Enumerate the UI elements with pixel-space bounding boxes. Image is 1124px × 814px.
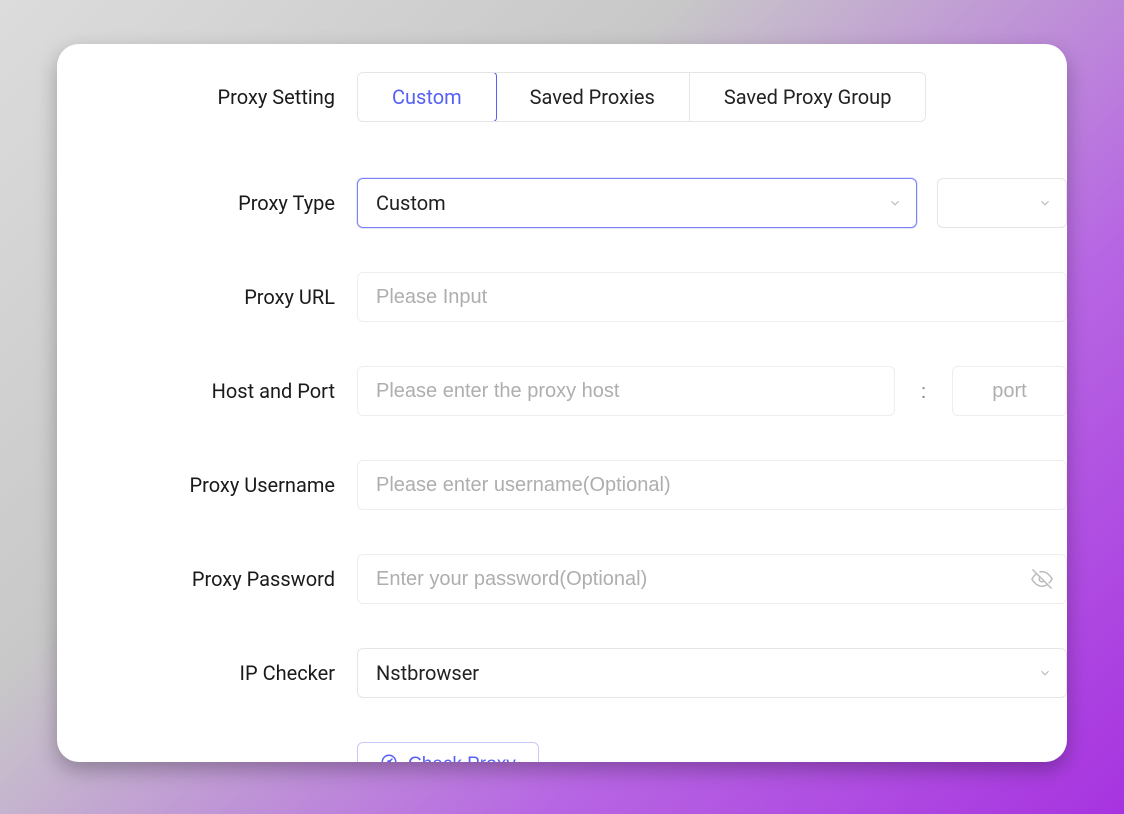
- ip-checker-select[interactable]: Nstbrowser: [357, 648, 1067, 698]
- proxy-type-label: Proxy Type: [57, 191, 357, 215]
- proxy-password-input[interactable]: [357, 554, 1067, 604]
- check-proxy-button[interactable]: Check Proxy: [357, 742, 539, 762]
- chevron-down-icon: [888, 191, 902, 215]
- proxy-password-label: Proxy Password: [57, 567, 357, 591]
- proxy-password-row: Proxy Password: [57, 554, 1067, 604]
- host-port-separator: :: [915, 379, 932, 403]
- proxy-settings-panel: Proxy Setting Custom Saved Proxies Saved…: [57, 44, 1067, 762]
- proxy-type-value: Custom: [376, 191, 446, 215]
- proxy-username-input[interactable]: [357, 460, 1067, 510]
- proxy-setting-tabs: Custom Saved Proxies Saved Proxy Group: [357, 72, 926, 122]
- check-proxy-row: Check Proxy: [57, 742, 1067, 762]
- proxy-port-input[interactable]: [952, 366, 1067, 416]
- check-proxy-label: Check Proxy: [408, 754, 516, 762]
- proxy-username-label: Proxy Username: [57, 473, 357, 497]
- eye-off-icon[interactable]: [1031, 568, 1053, 590]
- chevron-down-icon: [1038, 661, 1052, 685]
- proxy-type-select[interactable]: Custom: [357, 178, 917, 228]
- ip-checker-row: IP Checker Nstbrowser: [57, 648, 1067, 698]
- tab-saved-proxy-group[interactable]: Saved Proxy Group: [690, 73, 926, 121]
- proxy-url-row: Proxy URL: [57, 272, 1067, 322]
- proxy-url-input[interactable]: [357, 272, 1067, 322]
- host-port-label: Host and Port: [57, 379, 357, 403]
- ip-checker-value: Nstbrowser: [376, 661, 479, 685]
- tab-custom[interactable]: Custom: [357, 72, 497, 122]
- gauge-icon: [380, 753, 398, 762]
- proxy-type-row: Proxy Type Custom: [57, 178, 1067, 228]
- host-port-row: Host and Port :: [57, 366, 1067, 416]
- proxy-setting-row: Proxy Setting Custom Saved Proxies Saved…: [57, 72, 1067, 122]
- proxy-host-input[interactable]: [357, 366, 895, 416]
- proxy-username-row: Proxy Username: [57, 460, 1067, 510]
- ip-checker-label: IP Checker: [57, 661, 357, 685]
- chevron-down-icon: [1038, 191, 1052, 215]
- proxy-url-label: Proxy URL: [57, 285, 357, 309]
- proxy-setting-label: Proxy Setting: [57, 85, 357, 109]
- proxy-type-secondary-select[interactable]: [937, 178, 1067, 228]
- tab-saved-proxies[interactable]: Saved Proxies: [496, 73, 690, 121]
